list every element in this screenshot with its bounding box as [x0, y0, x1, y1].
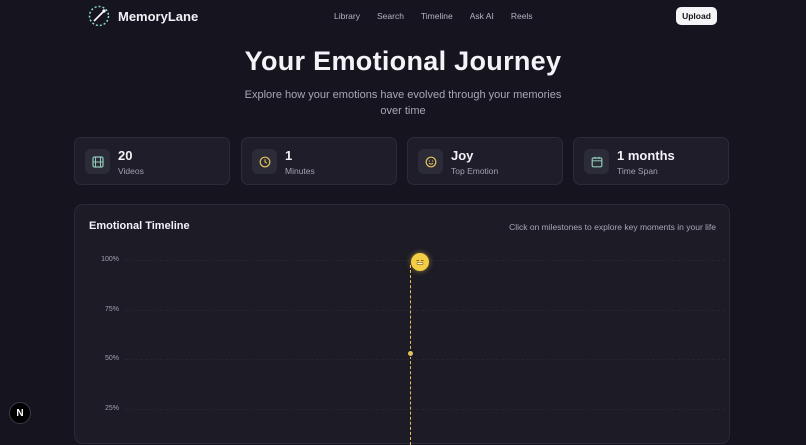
clock-icon: [252, 149, 277, 174]
nav-links: Library Search Timeline Ask AI Reels: [334, 11, 550, 21]
devtools-indicator[interactable]: N: [9, 402, 31, 424]
stat-card-videos: 20 Videos: [74, 137, 230, 185]
calendar-icon: [584, 149, 609, 174]
stat-card-top-emotion: Joy Top Emotion: [407, 137, 563, 185]
page-subtitle: Explore how your emotions have evolved t…: [244, 89, 562, 117]
nav-library[interactable]: Library: [334, 11, 360, 21]
stat-value: 1 months: [617, 148, 675, 163]
y-tick-75: 75%: [104, 306, 119, 313]
nav-timeline[interactable]: Timeline: [421, 11, 453, 21]
gridline: [125, 359, 725, 360]
stat-card-time-span: 1 months Time Span: [573, 137, 729, 185]
stat-value: Joy: [451, 148, 474, 163]
nav-ask-ai[interactable]: Ask AI: [470, 11, 494, 21]
smile-icon: [418, 149, 443, 174]
logo-icon: [88, 5, 110, 27]
gridline: [125, 409, 725, 410]
stat-label: Time Span: [617, 166, 658, 176]
y-tick-25: 25%: [104, 405, 119, 412]
gridline: [125, 310, 725, 311]
timeline-hint: Click on milestones to explore key momen…: [509, 222, 716, 232]
stat-label: Minutes: [285, 166, 315, 176]
stat-label: Videos: [118, 166, 144, 176]
stat-label: Top Emotion: [451, 166, 499, 176]
grin-icon: [416, 260, 424, 265]
milestone-point[interactable]: [407, 350, 414, 357]
nav-search[interactable]: Search: [377, 11, 404, 21]
stat-value: 20: [118, 148, 133, 163]
app-name: MemoryLane: [118, 8, 199, 24]
top-navbar: MemoryLane Library Search Timeline Ask A…: [0, 0, 806, 34]
timeline-title: Emotional Timeline: [89, 220, 190, 232]
y-tick-50: 50%: [104, 355, 119, 362]
page-title: Your Emotional Journey: [244, 46, 562, 76]
milestone-joy-marker[interactable]: [411, 253, 429, 271]
y-tick-100: 100%: [101, 256, 119, 263]
stat-card-minutes: 1 Minutes: [241, 137, 397, 185]
brand-logo[interactable]: MemoryLane: [88, 5, 198, 27]
film-icon: [85, 149, 110, 174]
upload-button[interactable]: Upload: [676, 7, 717, 25]
nav-reels[interactable]: Reels: [511, 11, 533, 21]
emotional-timeline-card: Emotional Timeline Click on milestones t…: [74, 204, 730, 445]
stat-value: 1: [285, 148, 293, 163]
